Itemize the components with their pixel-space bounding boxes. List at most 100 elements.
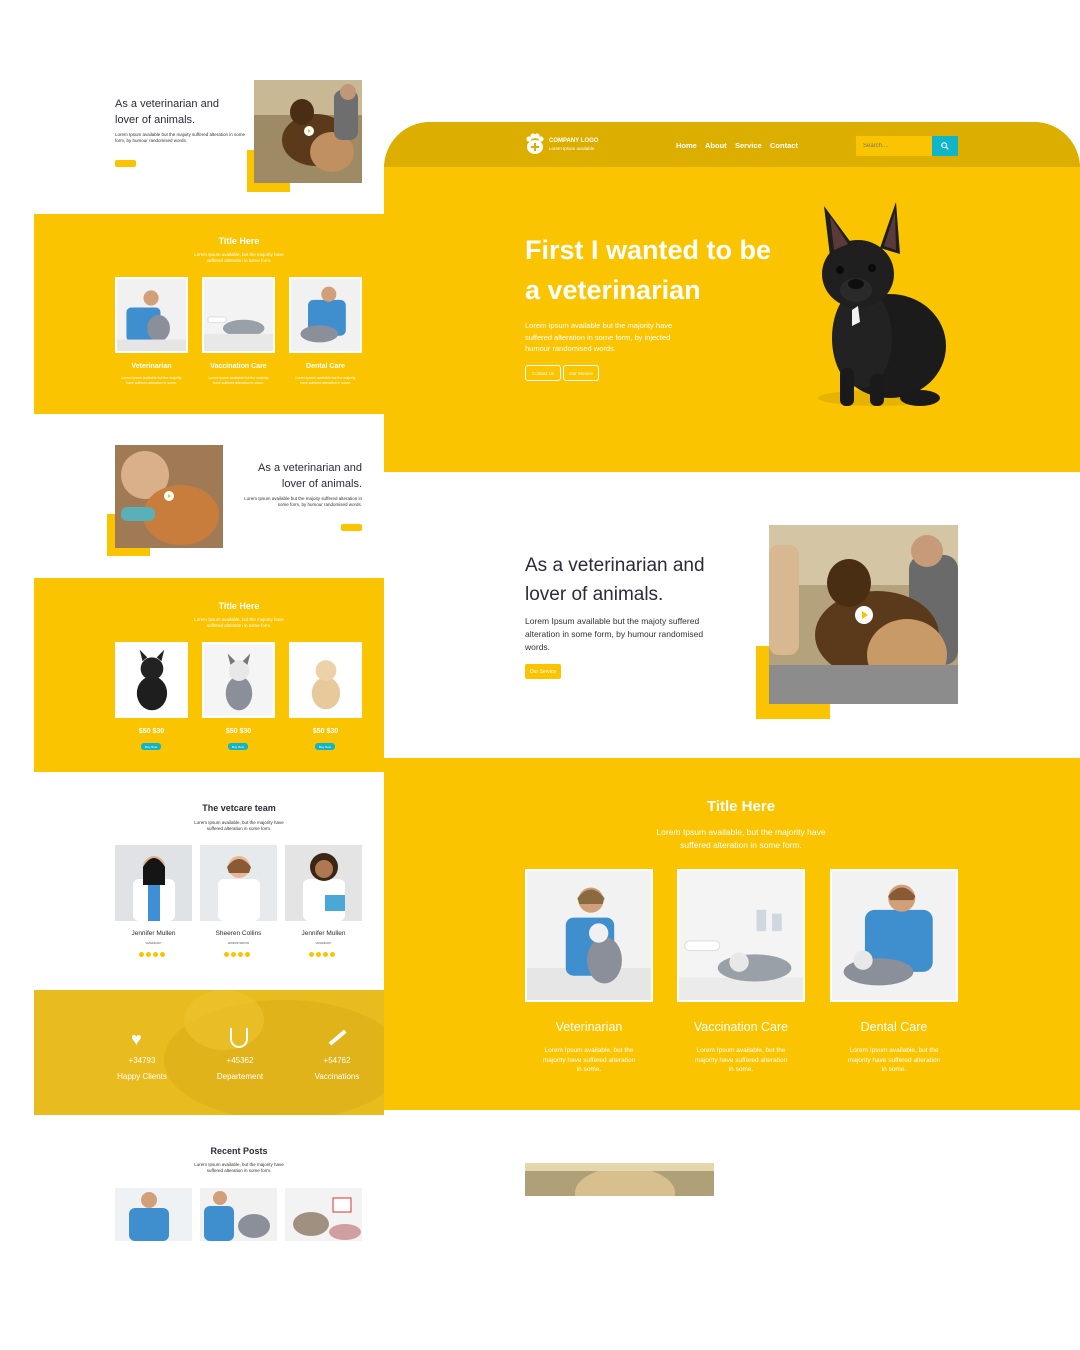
about-text-line: Lorem Ipsum available but the majoty suf… (525, 616, 700, 626)
social-icons (224, 952, 250, 957)
team-photo-2 (200, 845, 277, 921)
next-section-photo (525, 1163, 714, 1196)
member-role: VETERINARY (315, 942, 332, 945)
right-services-section: Title Here Lorem Ipsum available, but th… (384, 758, 1080, 1110)
member-name: Jennifer Mullen (131, 930, 176, 937)
contact-us-button[interactable]: Contact Us (525, 365, 561, 381)
product-photo-labrador (289, 642, 362, 718)
service-text: Lorem Ipsum available, but the majority … (525, 1046, 653, 1075)
stat-label: Departement (216, 1072, 264, 1081)
right-about-section: As a veterinarian and lover of animals. … (384, 472, 1080, 758)
our-service-button[interactable]: Our Service (115, 160, 136, 167)
section-subtitle: Lorem Ipsum available, but the majority … (34, 617, 444, 629)
hero-text-line: humour randomised words. (525, 344, 616, 353)
service-photo-vaccination (677, 869, 805, 1002)
about-title-line: lover of animals. (525, 584, 664, 605)
service-text-line: Lorem Ipsum available, but the (544, 1047, 634, 1054)
about-text-line: words. (525, 642, 551, 652)
service-photo-dental (830, 869, 958, 1002)
stat-value: +54762 (323, 1056, 351, 1065)
play-icon[interactable] (855, 606, 873, 624)
section-subtitle: Lorem Ipsum available, but the majority … (34, 252, 444, 264)
facebook-icon[interactable] (139, 952, 144, 957)
subtitle-line: suffered alteration in some form. (206, 258, 272, 263)
hero-title: First I wanted to be a veterinarian (525, 230, 825, 310)
nav-home[interactable]: Home (676, 141, 697, 150)
nav-about[interactable]: About (705, 141, 727, 150)
stats-background-photo (34, 990, 384, 1115)
hero-text: Lorem Ipsum available but the majority h… (525, 320, 725, 355)
product-photo-bulldog (115, 642, 188, 718)
post-photo-2[interactable] (200, 1188, 277, 1241)
facebook-icon[interactable] (224, 952, 229, 957)
service-photo-veterinarian (525, 869, 653, 1002)
our-service-button[interactable]: Our Service (525, 664, 561, 679)
service-text: Lorem Ipsum available, but the majority … (830, 1046, 958, 1075)
our-service-button[interactable]: Our Service (563, 365, 599, 381)
subtitle-line: suffered alteration in some form. (206, 623, 272, 628)
service-text: Lorem Ipsum available, but the majority … (677, 1046, 805, 1075)
logo-subtitle: Lorem Ipsum available (549, 146, 595, 151)
search-button[interactable] (932, 136, 958, 156)
post-photo-1[interactable] (115, 1188, 192, 1241)
service-text-line: Lorem Ipsum available, but the (849, 1047, 939, 1054)
about-title-line: lover of animals. (281, 478, 362, 490)
member-role: VETERINARY (145, 942, 162, 945)
linkedin-icon[interactable] (153, 952, 158, 957)
service-text-line: majority have suffered alteration (542, 1056, 636, 1064)
service-text-line: majority have suffered alteration (847, 1056, 941, 1064)
member-role: ADMINISTRATION (227, 942, 250, 945)
linkedin-icon[interactable] (238, 952, 243, 957)
navbar: COMPANY LOGO Lorem Ipsum available Home … (384, 122, 1080, 167)
service-name: Dental Care (306, 363, 345, 370)
team-photo-3 (285, 845, 362, 921)
stat-value: +45362 (226, 1056, 254, 1065)
team-photo-1 (115, 845, 192, 921)
left-team-section: The vetcare team Lorem Ipsum available, … (34, 772, 384, 990)
about-text: Lorem Ipsum available but the majoity su… (115, 132, 245, 143)
about-text: Lorem Ipsum available but the majoty suf… (525, 615, 755, 654)
service-text: Lorem Ipsum available but the majority h… (295, 376, 356, 385)
play-icon[interactable] (164, 491, 174, 501)
buy-now-button[interactable]: Buy Now (315, 743, 335, 750)
logo-icon[interactable] (525, 133, 545, 155)
buy-now-button[interactable]: Buy Now (228, 743, 248, 750)
twitter-icon[interactable] (146, 952, 151, 957)
buy-now-button[interactable]: Buy Now (141, 743, 161, 750)
search-icon (941, 142, 949, 150)
about-title: As a veterinarian and lover of animals. (525, 551, 765, 609)
left-services-section: Title Here Lorem Ipsum available, but th… (34, 214, 384, 414)
service-name: Veterinarian (131, 363, 172, 370)
section-title: Title Here (706, 798, 776, 815)
subtitle-line: suffered alteration in some form. (206, 1168, 272, 1173)
subtitle-line: Lorem Ipsum available, but the majority … (656, 827, 826, 837)
social-icons (309, 952, 335, 957)
facebook-icon[interactable] (309, 952, 314, 957)
left-posts-section: Recent Posts Lorem Ipsum available, but … (34, 1115, 384, 1245)
hero-title-line: First I wanted to be (525, 235, 772, 265)
left-about-section-2: As a veterinarian and lover of animals. … (34, 414, 384, 578)
instagram-icon[interactable] (245, 952, 250, 957)
nav-service[interactable]: Service (735, 141, 762, 150)
our-service-button[interactable]: Our Service (341, 524, 362, 531)
service-text-line: majority have suffered alteration (694, 1056, 788, 1064)
about-title-line: As a veterinarian and (258, 462, 362, 474)
service-photo-dental (289, 277, 362, 353)
play-icon[interactable] (304, 126, 314, 136)
product-price: $50 $30 (138, 728, 165, 735)
instagram-icon[interactable] (160, 952, 165, 957)
about-title-line: lover of animals. (115, 114, 196, 126)
post-photo-3[interactable] (285, 1188, 362, 1241)
nav-contact[interactable]: Contact (770, 141, 798, 150)
heart-plus-icon: ♥ (131, 1029, 142, 1049)
service-photo-veterinarian (115, 277, 188, 353)
twitter-icon[interactable] (316, 952, 321, 957)
stat-label: Happy Clients (117, 1072, 167, 1081)
search-input[interactable] (856, 136, 932, 156)
linkedin-icon[interactable] (323, 952, 328, 957)
subtitle-line: suffered alteration in some form. (206, 826, 272, 831)
instagram-icon[interactable] (330, 952, 335, 957)
hero-text-line: Lorem Ipsum available but the majority h… (525, 321, 673, 330)
twitter-icon[interactable] (231, 952, 236, 957)
stat-label: Vaccinations (314, 1072, 360, 1081)
